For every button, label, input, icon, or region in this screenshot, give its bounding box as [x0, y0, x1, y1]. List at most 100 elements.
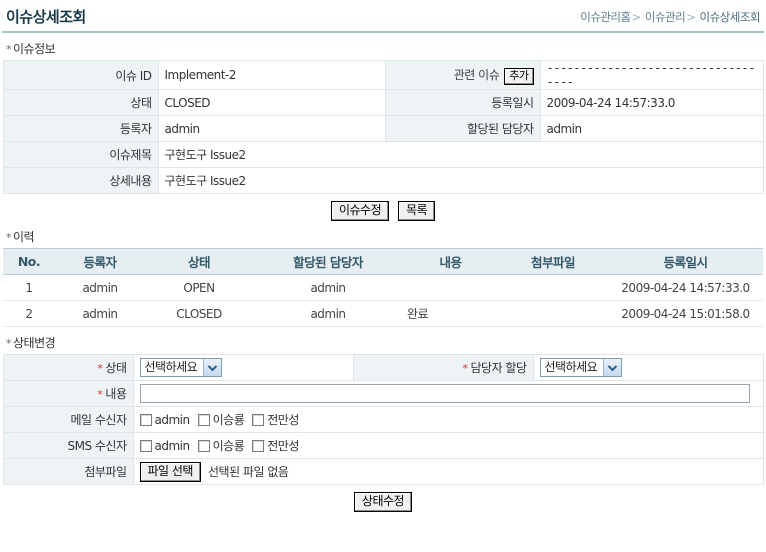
- change-state-table: * 상태 선택하세요 * 담당자 할당 선택하세요 * 내용 메일 수신자 ad…: [2, 354, 764, 485]
- history-cell-writer: admin: [55, 300, 145, 327]
- table-row: 2 admin CLOSED admin 완료 2009-04-24 15:01…: [3, 300, 763, 327]
- history-cell-no: 1: [3, 274, 55, 301]
- history-cell-assignee: admin: [253, 274, 403, 301]
- attachment-cell: 파일 선택 선택된 파일 없음: [132, 458, 764, 485]
- content-input[interactable]: [139, 384, 750, 403]
- state-select-value: 선택하세요: [144, 360, 198, 374]
- detail-value: 구현도구 Issue2: [157, 167, 764, 194]
- breadcrumb-item-issue-management[interactable]: 이슈관리: [645, 10, 686, 24]
- mail-recipient-3-label: 전만성: [267, 413, 299, 427]
- add-related-issue-button[interactable]: 추가: [504, 67, 534, 85]
- file-status-text: 선택된 파일 없음: [207, 465, 289, 479]
- state-select[interactable]: 선택하세요: [139, 358, 223, 377]
- list-button[interactable]: 목록: [397, 201, 436, 221]
- history-cell-content: [403, 274, 498, 301]
- history-cell-file: [498, 274, 608, 301]
- page-title: 이슈상세조회: [6, 8, 86, 26]
- change-content-label: 내용: [105, 387, 127, 401]
- sms-recipient-admin[interactable]: admin: [139, 438, 191, 453]
- assignee-select-value: 선택하세요: [544, 360, 598, 374]
- assignee-select[interactable]: 선택하세요: [539, 358, 623, 377]
- change-content-input-cell: [132, 380, 764, 407]
- section-marker-icon: *: [6, 337, 12, 350]
- breadcrumb-separator-2: >: [686, 10, 696, 24]
- chevron-down-icon: [203, 359, 222, 376]
- history-col-writer: 등록자: [55, 248, 145, 275]
- writer-label: 등록자: [2, 115, 159, 142]
- history-col-file: 첨부파일: [498, 248, 608, 275]
- history-header-row: No. 등록자 상태 할당된 담당자 내용 첨부파일 등록일시: [3, 248, 763, 275]
- breadcrumb-item-home[interactable]: 이슈관리홈: [580, 10, 631, 24]
- detail-label: 상세내용: [2, 167, 159, 194]
- section-title-change-state: * 상태변경: [6, 334, 764, 351]
- chevron-down-icon: [603, 359, 622, 376]
- issue-detail-page: 이슈상세조회 이슈관리홈> 이슈관리> 이슈상세조회 * 이슈정보 이슈 ID I…: [0, 0, 766, 552]
- subject-value: 구현도구 Issue2: [157, 141, 764, 168]
- checkbox-icon[interactable]: [252, 413, 265, 426]
- change-state-button-row: 상태수정: [2, 492, 764, 512]
- history-col-no: No.: [3, 248, 55, 275]
- submit-state-change-button[interactable]: 상태수정: [353, 492, 413, 512]
- section-title-history: * 이력: [6, 228, 764, 245]
- required-marker-icon: *: [97, 388, 103, 401]
- mail-recipient-2[interactable]: 이승룡: [197, 411, 245, 428]
- history-cell-file: [498, 300, 608, 327]
- writer-value: admin: [157, 115, 386, 142]
- sms-recipient-2[interactable]: 이승룡: [197, 437, 245, 454]
- assignee-value: admin: [539, 115, 764, 142]
- change-content-label-cell: * 내용: [2, 380, 134, 407]
- sms-recipient-3[interactable]: 전만성: [252, 437, 299, 454]
- reg-date-value: 2009-04-24 14:57:33.0: [539, 89, 764, 116]
- checkbox-icon[interactable]: [252, 439, 265, 452]
- checkbox-icon[interactable]: [197, 439, 210, 452]
- related-issue-value: -----------------------------------: [539, 60, 764, 90]
- table-row: 1 admin OPEN admin 2009-04-24 14:57:33.0: [3, 274, 763, 301]
- sms-recipient-admin-label: admin: [154, 438, 191, 453]
- history-col-date: 등록일시: [608, 248, 763, 275]
- sms-recipient-cell: admin 이승룡 전만성: [132, 432, 764, 459]
- history-table: No. 등록자 상태 할당된 담당자 내용 첨부파일 등록일시 1 admin …: [3, 248, 763, 327]
- table-row: 상세내용 구현도구 Issue2: [2, 167, 764, 194]
- history-col-state: 상태: [145, 248, 253, 275]
- required-marker-icon: *: [462, 362, 468, 375]
- mail-recipient-cell: admin 이승룡 전만성: [132, 406, 764, 433]
- mail-recipient-admin[interactable]: admin: [139, 412, 191, 427]
- history-cell-assignee: admin: [253, 300, 403, 327]
- page-header: 이슈상세조회 이슈관리홈> 이슈관리> 이슈상세조회: [2, 0, 764, 33]
- change-assign-select-cell: 선택하세요: [532, 354, 764, 381]
- reg-date-label: 등록일시: [384, 89, 541, 116]
- table-row: * 내용: [2, 380, 764, 407]
- breadcrumb-separator-1: >: [631, 10, 642, 24]
- issue-info-button-row: 이슈수정 목록: [2, 201, 764, 221]
- mail-recipient-admin-label: admin: [154, 412, 191, 427]
- table-row: 이슈제목 구현도구 Issue2: [2, 141, 764, 168]
- mail-recipient-label: 메일 수신자: [2, 406, 134, 433]
- choose-file-button[interactable]: 파일 선택: [139, 461, 201, 482]
- table-row: SMS 수신자 admin 이승룡 전만성: [2, 432, 764, 459]
- assignee-label: 할당된 담당자: [384, 115, 541, 142]
- section-title-issue-info: * 이슈정보: [6, 40, 764, 57]
- issue-info-table: 이슈 ID Implement-2 관련 이슈 추가 --------------…: [2, 60, 764, 194]
- checkbox-icon[interactable]: [139, 439, 152, 452]
- history-cell-date: 2009-04-24 14:57:33.0: [608, 274, 763, 301]
- related-issue-label-cell: 관련 이슈 추가: [384, 60, 541, 90]
- change-assign-label-cell: * 담당자 할당: [352, 354, 534, 381]
- table-row: 이슈 ID Implement-2 관련 이슈 추가 --------------…: [2, 60, 764, 90]
- mail-recipient-3[interactable]: 전만성: [252, 411, 299, 428]
- edit-issue-button[interactable]: 이슈수정: [330, 201, 390, 221]
- table-row: * 상태 선택하세요 * 담당자 할당 선택하세요: [2, 354, 764, 381]
- change-state-label: 상태: [105, 361, 127, 375]
- sms-recipient-checkbox-group: admin 이승룡 전만성: [139, 437, 757, 454]
- history-col-assignee: 할당된 담당자: [253, 248, 403, 275]
- table-row: 메일 수신자 admin 이승룡 전만성: [2, 406, 764, 433]
- table-row: 첨부파일 파일 선택 선택된 파일 없음: [2, 458, 764, 485]
- sms-recipient-3-label: 전만성: [267, 439, 299, 453]
- checkbox-icon[interactable]: [197, 413, 210, 426]
- section-marker-icon: *: [6, 231, 12, 244]
- change-state-label-cell: * 상태: [2, 354, 134, 381]
- subject-label: 이슈제목: [2, 141, 159, 168]
- section-title-history-label: 이력: [13, 230, 35, 244]
- history-cell-state: CLOSED: [145, 300, 253, 327]
- breadcrumb-item-current: 이슈상세조회: [699, 10, 761, 24]
- checkbox-icon[interactable]: [139, 413, 152, 426]
